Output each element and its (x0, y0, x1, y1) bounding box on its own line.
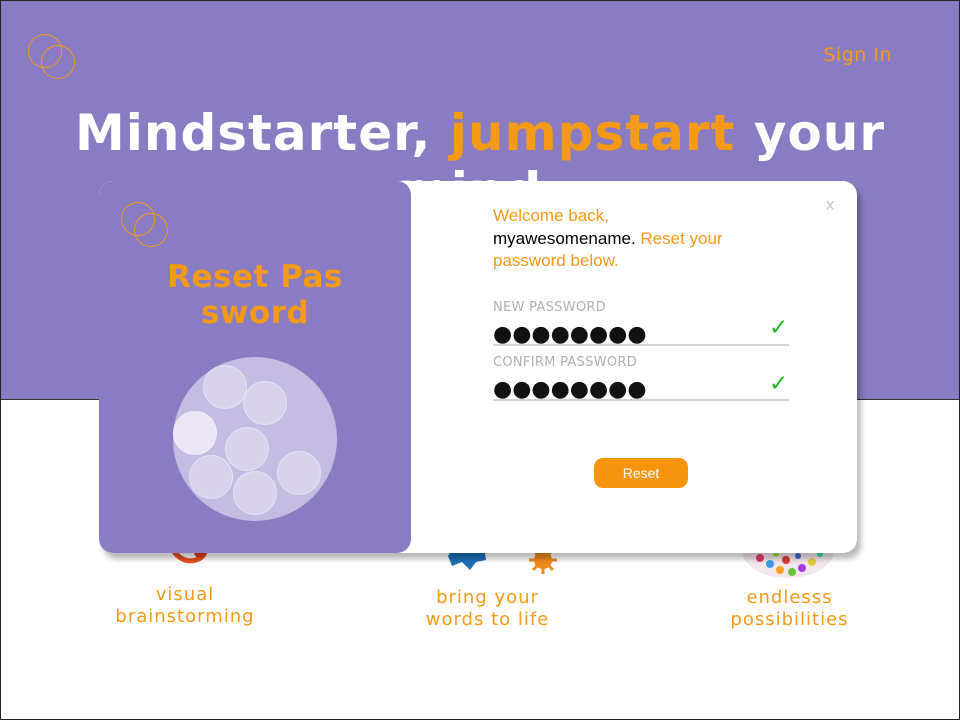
modal-title: Reset Password (167, 259, 343, 331)
feature-label: possibilities (730, 609, 849, 630)
feature-label: brainstorming (115, 606, 255, 627)
headline-start: Mindstarter, (74, 104, 450, 162)
headline-accent: jumpstart (449, 104, 736, 162)
confirm-password-input[interactable] (493, 375, 789, 401)
bubble (277, 451, 321, 495)
reset-button[interactable]: Reset (594, 458, 688, 488)
bubble (233, 471, 277, 515)
feature-endless-possibilities: endlesss possibilities (712, 587, 867, 631)
welcome-text: Welcome back, (493, 206, 609, 225)
welcome-message: Welcome back, myawesomename. Reset your p… (493, 205, 763, 273)
confirm-password-label: CONFIRM PASSWORD (493, 355, 638, 370)
logo-ring (41, 45, 75, 79)
bubble (243, 381, 287, 425)
logo-icon[interactable] (28, 34, 78, 80)
confirm-password-valid-check-icon: ✓ (769, 371, 789, 397)
feature-label: words to life (425, 609, 550, 630)
feature-label: endlesss (746, 587, 833, 608)
sign-in-link[interactable]: Sign In (823, 44, 892, 66)
bubble (225, 427, 269, 471)
new-password-input[interactable] (493, 320, 789, 346)
username: myawesomename. (493, 228, 636, 248)
logo-icon (121, 202, 171, 248)
feature-words-to-life: bring your words to life (405, 587, 570, 631)
close-button[interactable]: x (826, 195, 835, 214)
reset-password-modal: Reset Password x Welcome back, myawesomen… (99, 181, 857, 553)
feature-visual-brainstorming: visual brainstorming (105, 584, 265, 628)
bubble (189, 455, 233, 499)
bubble (203, 365, 247, 409)
bubbles-illustration (173, 357, 337, 521)
feature-label: bring your (436, 587, 539, 608)
logo-ring (134, 213, 168, 247)
feature-label: visual (155, 584, 215, 605)
bubble (173, 411, 217, 455)
modal-side-panel: Reset Password (99, 181, 411, 553)
new-password-label: NEW PASSWORD (493, 300, 607, 315)
new-password-valid-check-icon: ✓ (769, 315, 789, 341)
